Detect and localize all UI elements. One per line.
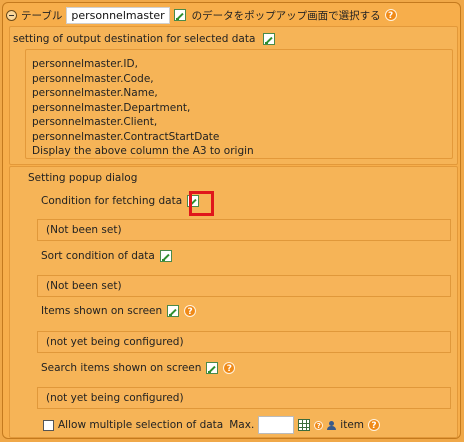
sort-text: Sort condition of data [41, 250, 155, 262]
output-line: personnelmaster.Department, [32, 101, 191, 114]
person-icon [327, 420, 337, 430]
search-label: Search items shown on screen ? [41, 362, 236, 374]
edit-items-icon[interactable] [167, 305, 180, 317]
grid-icon[interactable] [298, 419, 311, 431]
condition-value: (Not been set) [37, 219, 451, 241]
output-line: personnelmaster.Client, [32, 116, 158, 128]
output-title-text: setting of output destination for select… [13, 33, 256, 45]
header-row: テーブル personnelmaster のデータをポップアップ画面で選択する … [6, 6, 397, 24]
items-value: (not yet being configured) [37, 331, 451, 353]
output-line: personnelmaster.ID, [32, 58, 138, 70]
header-prefix: テーブル [21, 9, 63, 22]
output-title: setting of output destination for select… [13, 33, 275, 45]
help-icon[interactable]: ? [368, 419, 381, 431]
highlight-box [189, 191, 214, 216]
multi-select-row: Allow multiple selection of data Max. ? … [43, 416, 381, 434]
items-label: Items shown on screen ? [41, 305, 197, 317]
help-icon[interactable]: ? [184, 305, 197, 317]
max-input[interactable] [258, 416, 295, 434]
sort-label: Sort condition of data [41, 250, 172, 262]
edit-search-icon[interactable] [206, 362, 219, 374]
sort-value: (Not been set) [37, 275, 451, 297]
multi-select-text: Allow multiple selection of data [58, 419, 224, 431]
search-value: (not yet being configured) [37, 387, 451, 409]
output-line: personnelmaster.Code, [32, 72, 154, 85]
collapse-icon[interactable] [6, 9, 17, 21]
max-label: Max. [229, 419, 255, 431]
help-icon[interactable]: ? [223, 362, 236, 374]
item-label: item [340, 419, 365, 431]
condition-label: Condition for fetching data [41, 195, 200, 207]
condition-text: Condition for fetching data [41, 195, 183, 207]
output-line: personnelmaster.ContractStartDate [32, 130, 220, 143]
table-name: personnelmaster [66, 6, 170, 24]
popup-title: Setting popup dialog [28, 172, 138, 184]
edit-sort-icon[interactable] [159, 250, 172, 262]
edit-output-icon[interactable] [262, 33, 275, 45]
search-text: Search items shown on screen [41, 362, 202, 374]
output-line: Display the above column the A3 to origi… [32, 145, 254, 157]
help-icon[interactable]: ? [384, 9, 397, 21]
help-icon[interactable]: ? [314, 420, 324, 430]
multi-select-checkbox[interactable] [43, 419, 54, 431]
edit-table-icon[interactable] [173, 9, 186, 21]
output-lines: personnelmaster.ID, personnelmaster.Code… [32, 57, 254, 159]
header-suffix: のデータをポップアップ画面で選択する [191, 9, 381, 22]
items-text: Items shown on screen [41, 305, 163, 317]
output-line: personnelmaster.Name, [32, 87, 158, 99]
